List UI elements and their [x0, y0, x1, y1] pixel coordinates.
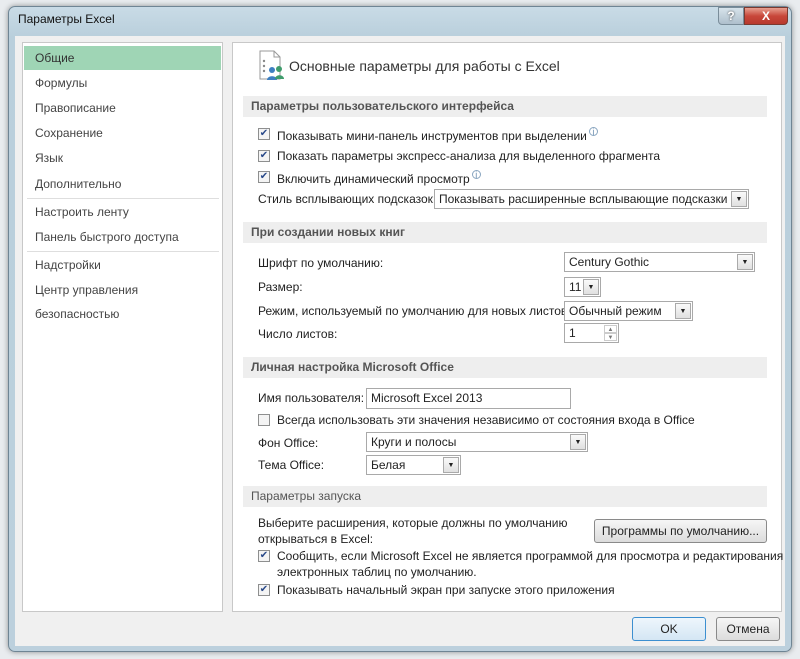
office-theme-value: Белая — [371, 458, 406, 472]
sidebar: Общие Формулы Правописание Сохранение Яз… — [22, 42, 223, 612]
chevron-down-icon[interactable]: ▼ — [731, 191, 747, 207]
always-use-label: Всегда использовать эти значения независ… — [277, 413, 695, 427]
live-preview-text: Включить динамический просмотр — [277, 172, 470, 186]
cancel-button[interactable]: Отмена — [716, 617, 780, 641]
chevron-down-icon[interactable]: ▼ — [737, 254, 753, 270]
sidebar-item-formulas[interactable]: Формулы — [24, 71, 221, 95]
font-size-select[interactable]: 11 ▼ — [564, 277, 601, 297]
mini-toolbar-text: Показывать мини-панель инструментов при … — [277, 129, 587, 143]
default-font-select[interactable]: Century Gothic ▼ — [564, 252, 755, 272]
sidebar-item-save[interactable]: Сохранение — [24, 121, 221, 145]
stepper-up-icon[interactable]: ▲ — [604, 325, 617, 333]
sheet-count-value: 1 — [569, 326, 576, 340]
default-font-label: Шрифт по умолчанию: — [258, 256, 384, 270]
notify-default-label-2: электронных таблиц по умолчанию. — [277, 565, 477, 579]
chevron-down-icon[interactable]: ▼ — [675, 303, 691, 319]
tooltip-style-label: Стиль всплывающих подсказок: — [258, 192, 437, 206]
info-icon[interactable]: i — [588, 127, 598, 137]
chevron-down-icon[interactable]: ▼ — [570, 434, 586, 450]
mini-toolbar-label: Показывать мини-панель инструментов при … — [277, 127, 598, 143]
extensions-text-2: открываться в Excel: — [258, 532, 374, 546]
chevron-down-icon[interactable]: ▼ — [443, 457, 459, 473]
username-label: Имя пользователя: — [258, 391, 365, 405]
sidebar-item-quick-access[interactable]: Панель быстрого доступа — [24, 225, 221, 249]
sidebar-divider — [27, 198, 219, 199]
chevron-down-icon[interactable]: ▼ — [583, 279, 599, 295]
sidebar-item-customize-ribbon[interactable]: Настроить ленту — [24, 200, 221, 224]
ok-button[interactable]: OK — [632, 617, 706, 641]
sidebar-item-language[interactable]: Язык — [24, 146, 221, 170]
help-button[interactable]: ? — [718, 7, 744, 25]
notify-default-label-1: Сообщить, если Microsoft Excel не являет… — [277, 549, 784, 563]
sidebar-item-proofing[interactable]: Правописание — [24, 96, 221, 120]
sidebar-item-addins[interactable]: Надстройки — [24, 253, 221, 277]
start-screen-label: Показывать начальный экран при запуске э… — [277, 583, 615, 597]
always-use-checkbox[interactable] — [258, 414, 270, 426]
window-title: Параметры Excel — [18, 12, 115, 26]
default-view-label: Режим, используемый по умолчанию для нов… — [258, 304, 571, 318]
stepper-down-icon[interactable]: ▼ — [604, 333, 617, 341]
office-theme-label: Тема Office: — [258, 458, 325, 472]
mini-toolbar-checkbox[interactable]: ✔ — [258, 128, 270, 140]
close-button[interactable]: X — [744, 7, 788, 25]
default-programs-button[interactable]: Программы по умолчанию... — [594, 519, 767, 543]
quick-analysis-label: Показать параметры экспресс-анализа для … — [277, 149, 661, 163]
office-background-value: Круги и полосы — [371, 435, 457, 449]
sidebar-item-trust-center[interactable]: Центр управления безопасностью — [24, 278, 221, 321]
office-background-select[interactable]: Круги и полосы ▼ — [366, 432, 588, 452]
office-background-label: Фон Office: — [258, 436, 319, 450]
sheet-count-stepper[interactable]: 1 ▲ ▼ — [564, 323, 619, 343]
default-view-value: Обычный режим — [569, 304, 662, 318]
quick-analysis-checkbox[interactable]: ✔ — [258, 150, 270, 162]
page-title: Основные параметры для работы с Excel — [289, 58, 560, 74]
live-preview-checkbox[interactable]: ✔ — [258, 171, 270, 183]
tooltip-style-select[interactable]: Показывать расширенные всплывающие подск… — [434, 189, 749, 209]
info-icon[interactable]: i — [471, 170, 481, 180]
live-preview-label: Включить динамический просмотр i — [277, 170, 481, 186]
sidebar-item-general[interactable]: Общие — [24, 46, 221, 70]
section-header-personal: Личная настройка Microsoft Office — [243, 357, 767, 378]
font-size-label: Размер: — [258, 280, 303, 294]
start-screen-checkbox[interactable]: ✔ — [258, 584, 270, 596]
sheet-count-label: Число листов: — [258, 327, 338, 341]
section-header-new-books: При создании новых книг — [243, 222, 767, 243]
notify-default-checkbox[interactable]: ✔ — [258, 550, 270, 562]
section-header-ui: Параметры пользовательского интерфейса — [243, 96, 767, 117]
sidebar-item-advanced[interactable]: Дополнительно — [24, 172, 221, 196]
username-input[interactable]: Microsoft Excel 2013 — [366, 388, 571, 409]
tooltip-style-value: Показывать расширенные всплывающие подск… — [439, 192, 728, 206]
general-options-icon — [259, 50, 284, 80]
font-size-value: 11 — [569, 280, 582, 294]
office-theme-select[interactable]: Белая ▼ — [366, 455, 461, 475]
default-font-value: Century Gothic — [569, 255, 650, 269]
section-header-startup: Параметры запуска — [243, 486, 767, 507]
sidebar-divider — [27, 251, 219, 252]
default-view-select[interactable]: Обычный режим ▼ — [564, 301, 693, 321]
extensions-text-1: Выберите расширения, которые должны по у… — [258, 516, 568, 530]
